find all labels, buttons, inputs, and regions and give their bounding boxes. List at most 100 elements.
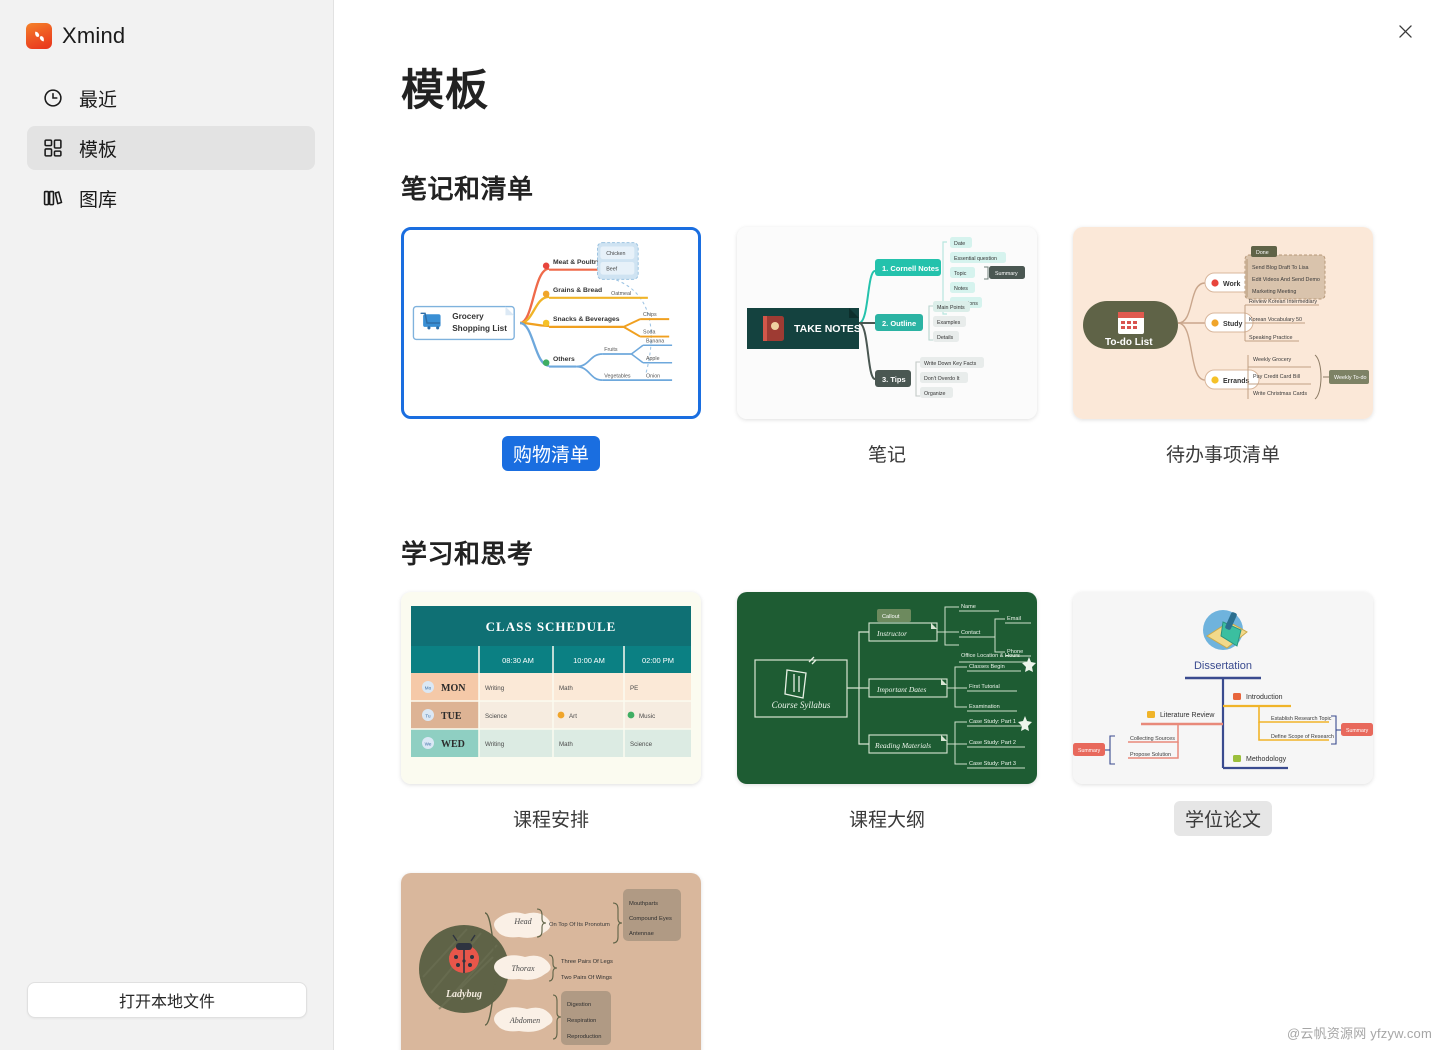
xmind-logo-icon [26,23,52,49]
svg-text:Two Pairs Of Wings: Two Pairs Of Wings [561,975,612,981]
svg-text:MON: MON [441,683,466,694]
svg-text:Work: Work [1223,281,1240,288]
open-local-file-button[interactable]: 打开本地文件 [27,982,307,1018]
template-thumbnail[interactable]: Grocery Shopping List Meat & Poultry Chi… [401,227,701,419]
ladybug-map: Ladybug Head On Top Of Its Pronotum [401,873,701,1050]
svg-text:We: We [425,742,432,747]
svg-text:Weekly To-do: Weekly To-do [1334,375,1366,381]
class-schedule-table: CLASS SCHEDULE 08:30 AM 10:00 AM 02:00 P… [401,592,701,784]
svg-text:Oatmeal: Oatmeal [611,291,631,297]
svg-text:Marketing Meeting: Marketing Meeting [1252,289,1296,295]
template-caption: 购物清单 [502,436,600,471]
svg-text:CLASS SCHEDULE: CLASS SCHEDULE [486,619,617,634]
svg-text:Examination: Examination [969,704,1000,710]
section-study-and-thinking: 学习和思考 CLASS SCHEDULE 08:30 AM [401,534,1440,1050]
watermark: @云帆资源网 yfzyw.com [1287,1023,1432,1042]
template-card-course-syllabus[interactable]: Course Syllabus Instructor Callout [737,592,1037,836]
svg-text:Write Down Key Facts: Write Down Key Facts [924,361,977,367]
template-thumbnail[interactable]: Course Syllabus Instructor Callout [737,592,1037,784]
svg-text:Date: Date [954,241,965,247]
svg-text:Topic: Topic [954,271,967,277]
ladybug-mindmap-svg: Ladybug Head On Top Of Its Pronotum [401,873,701,1050]
template-caption-wrap: 笔记 [737,419,1037,471]
svg-text:Mo: Mo [425,686,432,691]
sidebar-nav: 最近 模板 [10,76,333,220]
svg-text:Instructor: Instructor [876,629,907,638]
template-caption: 课程大纲 [838,801,936,836]
svg-text:Dissertation: Dissertation [1194,660,1252,672]
template-grid: Grocery Shopping List Meat & Poultry Chi… [401,227,1440,471]
svg-text:Grocery: Grocery [452,312,484,321]
template-thumbnail[interactable]: CLASS SCHEDULE 08:30 AM 10:00 AM 02:00 P… [401,592,701,784]
svg-text:Introduction: Introduction [1246,694,1283,701]
svg-text:Banana: Banana [646,338,664,344]
sidebar-item-templates[interactable]: 模板 [27,126,315,170]
template-grid: CLASS SCHEDULE 08:30 AM 10:00 AM 02:00 P… [401,592,1440,1050]
svg-text:Collecting Sources: Collecting Sources [1130,736,1175,742]
svg-text:Pay Credit Card Bill: Pay Credit Card Bill [1253,374,1300,380]
sidebar-item-label: 最近 [79,85,117,112]
svg-text:10:00 AM: 10:00 AM [573,656,605,665]
close-icon[interactable] [1384,10,1426,52]
svg-text:Callout: Callout [882,614,900,620]
sidebar-item-label: 图库 [79,185,117,212]
svg-text:Shopping List: Shopping List [452,324,507,333]
template-caption-wrap: 学位论文 [1073,784,1373,836]
svg-text:Summary: Summary [995,271,1018,277]
template-thumbnail[interactable]: To-do List Work Done Send Blog Draft To … [1073,227,1373,419]
svg-text:Done: Done [1256,250,1269,256]
svg-text:Notes: Notes [954,286,968,292]
svg-text:Edit Videos And Send Demo: Edit Videos And Send Demo [1252,277,1320,283]
svg-text:Art: Art [569,713,577,720]
svg-text:Literature Review: Literature Review [1160,712,1215,719]
svg-text:Summary: Summary [1346,728,1369,734]
svg-text:Send Blog Draft To Lisa: Send Blog Draft To Lisa [1252,265,1309,271]
svg-text:Classes Begin: Classes Begin [969,664,1005,670]
template-card-todo[interactable]: To-do List Work Done Send Blog Draft To … [1073,227,1373,471]
books-icon [41,186,65,210]
template-caption: 待办事项清单 [1155,436,1291,471]
svg-text:Propose Solution: Propose Solution [1130,752,1171,758]
svg-text:Fruits: Fruits [604,347,618,353]
svg-text:Ladybug: Ladybug [445,989,482,1000]
template-card-ladybug[interactable]: Ladybug Head On Top Of Its Pronotum [401,873,701,1050]
svg-text:Mouthparts: Mouthparts [629,901,658,907]
svg-text:Beef: Beef [606,267,617,273]
template-caption-wrap: 购物清单 [401,419,701,471]
template-card-notes[interactable]: TAKE NOTES 1. Cornell Notes Date [737,227,1037,471]
template-thumbnail[interactable]: Dissertation Introduction Establish Rese… [1073,592,1373,784]
template-thumbnail[interactable]: Ladybug Head On Top Of Its Pronotum [401,873,701,1050]
svg-text:TAKE NOTES: TAKE NOTES [794,323,861,335]
grid-icon [41,136,65,160]
svg-text:WED: WED [441,739,465,750]
templates-content: 模板 笔记和清单 [334,0,1440,1050]
svg-text:TUE: TUE [441,711,462,722]
section-title: 学习和思考 [401,534,1440,571]
template-caption-wrap: 课程安排 [401,784,701,836]
svg-text:Chips: Chips [643,312,657,318]
template-thumbnail[interactable]: TAKE NOTES 1. Cornell Notes Date [737,227,1037,419]
template-caption: 笔记 [857,436,917,471]
template-caption-wrap: 课程大纲 [737,784,1037,836]
svg-text:Head: Head [513,917,532,926]
svg-text:Grains & Bread: Grains & Bread [553,287,602,294]
sidebar-item-recent[interactable]: 最近 [27,76,315,120]
template-card-dissertation[interactable]: Dissertation Introduction Establish Rese… [1073,592,1373,836]
brand: Xmind [10,0,333,56]
svg-text:Respiration: Respiration [567,1018,596,1024]
svg-text:Apple: Apple [646,356,660,362]
svg-text:Three Pairs Of Legs: Three Pairs Of Legs [561,959,613,965]
svg-text:Writing: Writing [485,741,505,748]
svg-text:Organize: Organize [924,391,946,397]
template-card-class-schedule[interactable]: CLASS SCHEDULE 08:30 AM 10:00 AM 02:00 P… [401,592,701,836]
template-card-grocery[interactable]: Grocery Shopping List Meat & Poultry Chi… [401,227,701,471]
sidebar-item-gallery[interactable]: 图库 [27,176,315,220]
svg-text:Course Syllabus: Course Syllabus [772,700,831,710]
svg-text:Writing: Writing [485,685,505,692]
svg-text:Main Points: Main Points [937,305,965,311]
sidebar: Xmind 最近 [0,0,334,1050]
sidebar-item-label: 模板 [79,135,117,162]
svg-text:Email: Email [1007,616,1021,622]
svg-text:Case Study: Part 2: Case Study: Part 2 [969,740,1016,746]
svg-text:Compound Eyes: Compound Eyes [629,916,672,922]
